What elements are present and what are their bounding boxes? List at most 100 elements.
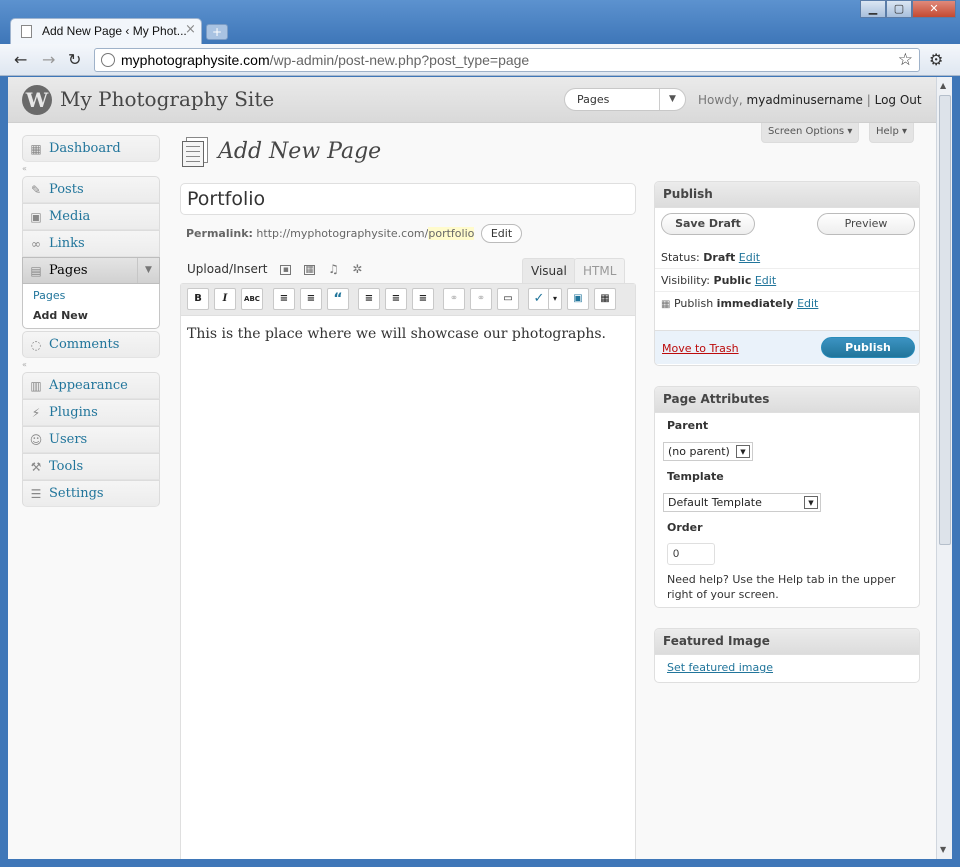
edit-visibility-link[interactable]: Edit <box>755 274 776 287</box>
align-right-button[interactable]: ≡ <box>412 288 434 310</box>
kitchen-sink-button[interactable]: ▦ <box>594 288 616 310</box>
add-video-icon[interactable]: ▦ <box>304 264 316 275</box>
featured-image-box: Featured Image Set featured image <box>654 628 920 683</box>
title-input[interactable] <box>187 187 627 211</box>
menu-item-media[interactable]: ▣ Media <box>22 203 160 230</box>
add-media-icon[interactable]: ✲ <box>352 263 363 275</box>
italic-button[interactable]: I <box>214 288 236 310</box>
close-window-button[interactable]: ✕ <box>912 0 956 18</box>
publish-actions: Move to Trash Publish <box>655 330 919 364</box>
edit-permalink-button[interactable]: Edit <box>480 224 523 243</box>
menu-item-appearance[interactable]: ▥ Appearance <box>22 372 160 399</box>
pages-submenu: Pages Add New <box>22 284 160 329</box>
menu-item-tools[interactable]: ⚒ Tools <box>22 453 160 480</box>
wordpress-logo-icon: W <box>22 85 52 115</box>
menu-item-dashboard[interactable]: ▦ Dashboard <box>22 135 160 162</box>
publish-button[interactable]: Publish <box>821 337 915 358</box>
edit-status-link[interactable]: Edit <box>739 251 760 264</box>
title-field[interactable] <box>180 183 636 215</box>
menu-item-posts[interactable]: ✎ Posts <box>22 176 160 203</box>
reload-icon[interactable]: ↻ <box>68 50 81 69</box>
url-text: myphotographysite.com/wp-admin/post-new.… <box>121 52 530 68</box>
logout-link[interactable]: Log Out <box>875 93 922 107</box>
tab-html[interactable]: HTML <box>574 258 626 284</box>
page-viewport: W My Photography Site Pages ▼ Howdy, mya… <box>8 77 936 859</box>
add-image-icon[interactable]: ▪ <box>280 264 292 275</box>
help-tab[interactable]: Help ▾ <box>869 123 914 143</box>
minimize-button[interactable]: ▁ <box>860 0 886 18</box>
dashboard-icon: ▦ <box>30 142 42 156</box>
content-editor[interactable]: B I ABC ≡ ≡ “ ≡ ≡ ≡ ⚭ ⚭ ▭ ✓ ▾ ▣ ▦ This i… <box>180 283 636 859</box>
numbered-list-button[interactable]: ≡ <box>300 288 322 310</box>
publish-box: Publish Save Draft Preview Status: Draft… <box>654 181 920 366</box>
scroll-up-icon[interactable]: ▲ <box>940 81 946 90</box>
save-draft-button[interactable]: Save Draft <box>661 213 755 235</box>
menu-item-pages[interactable]: ▤ Pages ▼ <box>22 257 160 284</box>
publish-time-row: ▦ Publish immediately Edit <box>661 297 819 310</box>
preview-button[interactable]: Preview <box>817 213 915 235</box>
submenu-item-pages[interactable]: Pages <box>23 286 159 306</box>
bold-button[interactable]: B <box>187 288 209 310</box>
menu-item-comments[interactable]: ◌ Comments <box>22 331 160 358</box>
visibility-row: Visibility: Public Edit <box>661 274 777 287</box>
page-attributes-title: Page Attributes <box>655 387 919 413</box>
chevron-down-icon[interactable]: ▼ <box>659 89 685 110</box>
menu-item-plugins[interactable]: ⚡ Plugins <box>22 399 160 426</box>
bookmark-star-icon[interactable]: ☆ <box>898 50 913 70</box>
blockquote-button[interactable]: “ <box>327 288 349 310</box>
page-title: Add New Page <box>218 139 382 164</box>
username-link[interactable]: myadminusername <box>747 93 863 107</box>
fullscreen-button[interactable]: ▣ <box>567 288 589 310</box>
featured-image-title: Featured Image <box>655 629 919 655</box>
tab-close-icon[interactable]: × <box>185 22 196 37</box>
scroll-down-icon[interactable]: ▼ <box>940 845 946 854</box>
scrollbar-thumb[interactable] <box>939 95 951 545</box>
bullet-list-button[interactable]: ≡ <box>273 288 295 310</box>
screen-options-tab[interactable]: Screen Options ▾ <box>761 123 860 143</box>
wrench-icon[interactable]: ⚙ <box>929 50 943 69</box>
submenu-item-add-new[interactable]: Add New <box>23 306 159 326</box>
back-icon[interactable]: ← <box>14 50 27 69</box>
order-input[interactable] <box>667 543 715 565</box>
pages-heading-icon <box>182 137 212 167</box>
edit-publish-time-link[interactable]: Edit <box>797 297 818 310</box>
favorite-actions-value: Pages <box>577 93 610 106</box>
browser-tab[interactable]: Add New Page ‹ My Phot... × <box>10 18 202 44</box>
add-audio-icon[interactable]: ♫ <box>328 263 339 275</box>
spellcheck-dropdown[interactable]: ▾ <box>548 288 562 310</box>
site-name[interactable]: My Photography Site <box>60 87 274 111</box>
more-tag-button[interactable]: ▭ <box>497 288 519 310</box>
parent-select[interactable]: (no parent) ▼ <box>663 442 753 461</box>
calendar-icon: ▦ <box>661 299 671 310</box>
menu-item-settings[interactable]: ☰ Settings <box>22 480 160 507</box>
set-featured-image-link[interactable]: Set featured image <box>667 661 773 674</box>
settings-icon: ☰ <box>30 487 42 501</box>
menu-item-links[interactable]: ∞ Links <box>22 230 160 257</box>
title-bar: Add New Page ‹ My Phot... × + ▁ ▢ ✕ <box>0 0 960 44</box>
vertical-scrollbar[interactable]: ▲ ▼ <box>936 77 952 859</box>
maximize-button[interactable]: ▢ <box>886 0 912 18</box>
editor-content[interactable]: This is the place where we will showcase… <box>187 326 606 342</box>
parent-label: Parent <box>667 419 709 432</box>
forward-icon[interactable]: → <box>42 50 55 69</box>
tab-title: Add New Page ‹ My Phot... <box>42 24 187 38</box>
strikethrough-button[interactable]: ABC <box>241 288 263 310</box>
tab-visual[interactable]: Visual <box>522 258 576 284</box>
unlink-button[interactable]: ⚭ <box>470 288 492 310</box>
permalink-slug[interactable]: portfolio <box>428 227 475 240</box>
permalink-row: Permalink: http://myphotographysite.com/… <box>186 224 523 243</box>
favorite-actions-select[interactable]: Pages ▼ <box>564 88 686 111</box>
chevron-down-icon: ▼ <box>804 496 818 509</box>
move-to-trash-link[interactable]: Move to Trash <box>662 342 739 355</box>
publish-box-title: Publish <box>655 182 919 208</box>
menu-item-users[interactable]: ☺ Users <box>22 426 160 453</box>
align-center-button[interactable]: ≡ <box>385 288 407 310</box>
spellcheck-button[interactable]: ✓ <box>528 288 550 310</box>
template-select[interactable]: Default Template ▼ <box>663 493 821 512</box>
align-left-button[interactable]: ≡ <box>358 288 380 310</box>
plug-icon: ⚡ <box>31 406 41 420</box>
new-tab-button[interactable]: + <box>206 24 228 40</box>
insert-link-button[interactable]: ⚭ <box>443 288 465 310</box>
address-bar[interactable]: myphotographysite.com/wp-admin/post-new.… <box>94 48 920 72</box>
submenu-toggle-icon[interactable]: ▼ <box>137 258 159 283</box>
